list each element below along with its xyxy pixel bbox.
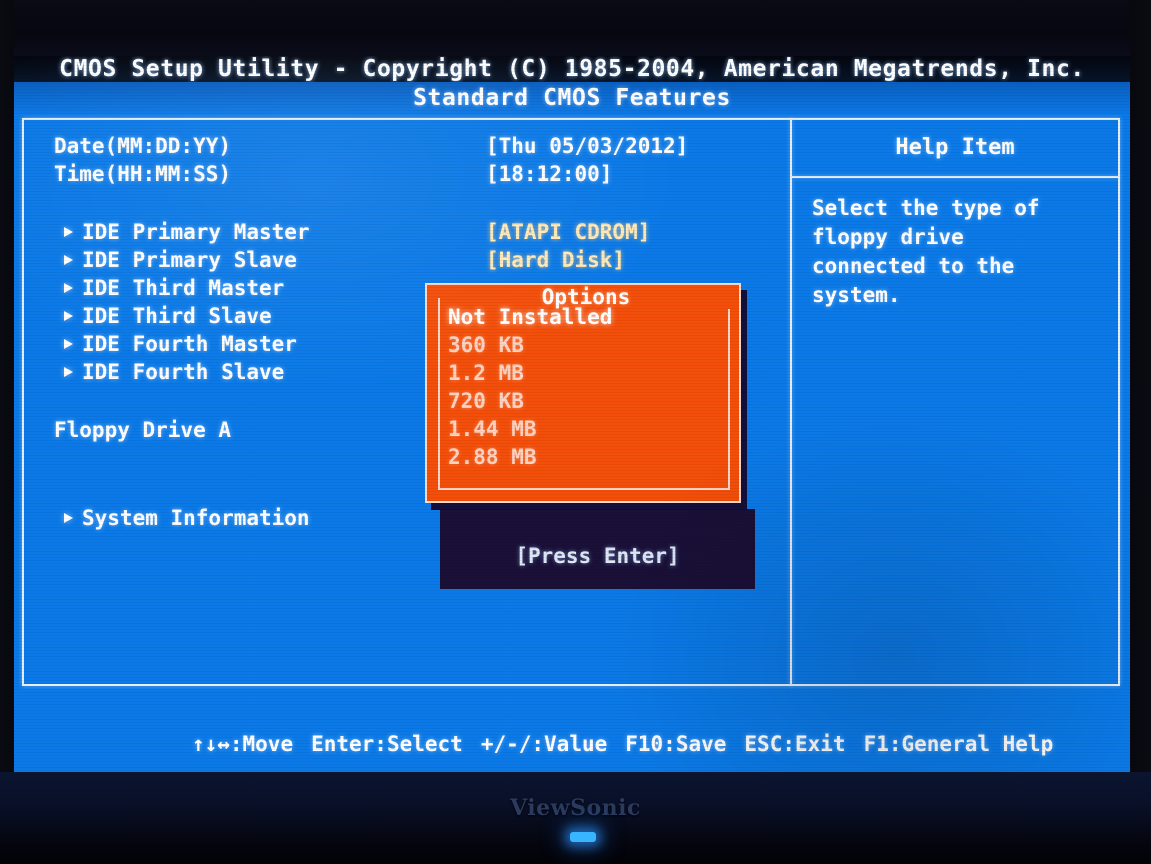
ide-third-slave-label: IDE Third Slave	[82, 304, 272, 328]
bezel-left	[0, 0, 14, 800]
bezel-right	[1130, 0, 1151, 800]
shortcut-general-help[interactable]: F1:General Help	[864, 732, 1054, 756]
page-subtitle: Standard CMOS Features	[14, 82, 1130, 114]
date-value[interactable]: [Thu 05/03/2012]	[486, 132, 688, 160]
ide-fourth-slave-label: IDE Fourth Slave	[82, 360, 285, 384]
shortcut-exit[interactable]: ESC:Exit	[744, 732, 845, 756]
ide-primary-slave-label: IDE Primary Slave	[82, 248, 297, 272]
setting-row-ide-primary-slave[interactable]: IDE Primary Slave [Hard Disk]	[54, 246, 774, 274]
chevron-right-icon	[64, 513, 73, 523]
help-divider-horizontal	[792, 176, 1120, 178]
footer-line-1: ↑↓↔:Move Enter:Select +/-/:Value F10:Save ES…	[14, 696, 1130, 772]
option-item-360-kb[interactable]: 360 KB	[448, 331, 708, 359]
bezel-top	[0, 0, 1151, 56]
system-information-label: System Information	[82, 506, 310, 530]
monitor-photo: ViewSonic CMOS Setup Utility - Copyright…	[0, 0, 1151, 864]
panel-divider-vertical	[790, 118, 792, 686]
shortcut-save[interactable]: F10:Save	[625, 732, 726, 756]
date-label: Date(MM:DD:YY)	[54, 134, 232, 158]
option-item-1-44-mb[interactable]: 1.44 MB	[448, 415, 708, 443]
shortcut-move[interactable]: ↑↓↔:Move	[192, 732, 293, 756]
setting-row-ide-primary-master[interactable]: IDE Primary Master [ATAPI CDROM]	[54, 218, 774, 246]
chevron-right-icon	[64, 339, 73, 349]
ide-third-master-label: IDE Third Master	[82, 276, 285, 300]
chevron-right-icon	[64, 227, 73, 237]
chevron-right-icon	[64, 311, 73, 321]
ide-primary-master-value[interactable]: [ATAPI CDROM]	[486, 218, 650, 246]
help-panel-title: Help Item	[895, 135, 1015, 160]
press-enter-hint: [Press Enter]	[515, 544, 680, 568]
floppy-drive-a-label: Floppy Drive A	[54, 418, 232, 442]
time-value[interactable]: [18:12:00]	[486, 160, 612, 188]
setting-row-time[interactable]: Time(HH:MM:SS) [18:12:00]	[54, 160, 774, 188]
ide-primary-slave-value[interactable]: [Hard Disk]	[486, 246, 625, 274]
power-led-indicator[interactable]	[570, 832, 596, 842]
chevron-right-icon	[64, 255, 73, 265]
options-dialog[interactable]: Options Not Installed 360 KB 1.2 MB 720 …	[425, 283, 741, 503]
option-item-not-installed[interactable]: Not Installed	[448, 303, 708, 331]
chevron-right-icon	[64, 283, 73, 293]
ide-fourth-master-label: IDE Fourth Master	[82, 332, 297, 356]
help-panel-text: Select the type of floppy drive connecte…	[812, 196, 1040, 307]
chevron-right-icon	[64, 367, 73, 377]
option-item-1-2-mb[interactable]: 1.2 MB	[448, 359, 708, 387]
time-label: Time(HH:MM:SS)	[54, 162, 232, 186]
setting-row-date[interactable]: Date(MM:DD:YY) [Thu 05/03/2012]	[54, 132, 774, 160]
options-list: Not Installed 360 KB 1.2 MB 720 KB 1.44 …	[448, 303, 708, 471]
ide-primary-master-label: IDE Primary Master	[82, 220, 310, 244]
footer-shortcuts: ↑↓↔:Move Enter:Select +/-/:Value F10:Save ES…	[14, 696, 1130, 772]
page-title: CMOS Setup Utility - Copyright (C) 1985-…	[59, 56, 1085, 82]
monitor-brand-logo: ViewSonic	[510, 795, 641, 821]
shortcut-select[interactable]: Enter:Select	[311, 732, 463, 756]
option-item-2-88-mb[interactable]: 2.88 MB	[448, 443, 708, 471]
bios-screen: CMOS Setup Utility - Copyright (C) 1985-…	[14, 56, 1130, 772]
shortcut-value[interactable]: +/-/:Value	[481, 732, 607, 756]
option-item-720-kb[interactable]: 720 KB	[448, 387, 708, 415]
